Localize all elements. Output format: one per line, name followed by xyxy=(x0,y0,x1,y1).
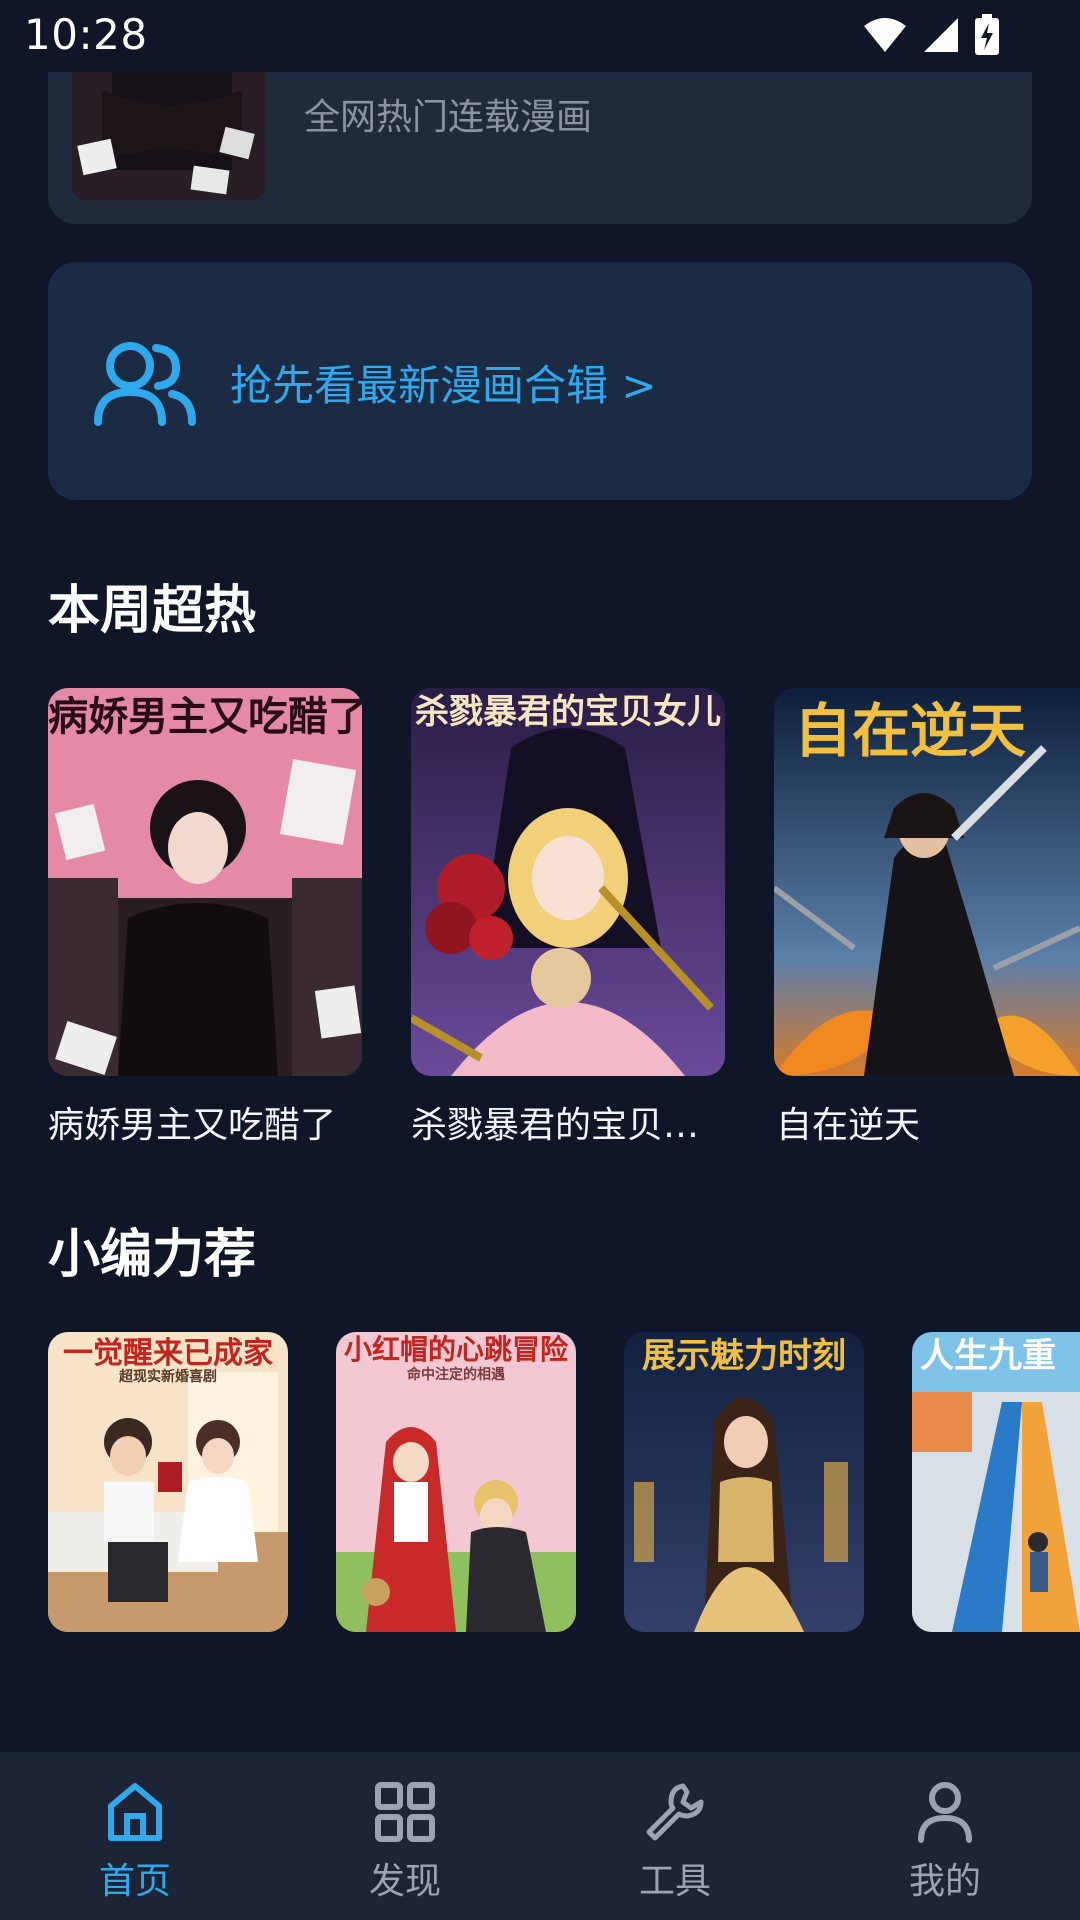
cover-subtitle-art: 命中注定的相遇 xyxy=(407,1367,505,1383)
section-title-weekly-hot: 本周超热 xyxy=(48,581,257,641)
users-icon xyxy=(94,342,196,426)
nav-tools[interactable]: 工具 xyxy=(540,1752,810,1920)
bottom-nav: 首页 发现 工具 我的 xyxy=(0,1752,1080,1920)
cover-title-art: 自在逆天 xyxy=(794,697,1027,765)
comic-cover[interactable]: 杀戮暴君的宝贝女儿 xyxy=(411,688,725,1076)
cover-subtitle-art: 超现实新婚喜剧 xyxy=(119,1369,217,1385)
wrench-icon xyxy=(646,1783,704,1841)
comic-cover[interactable]: 一觉醒来已成家 超现实新婚喜剧 xyxy=(48,1332,288,1632)
nav-label-tools: 工具 xyxy=(638,1861,711,1902)
cover-title-art: 杀戮暴君的宝贝女儿 xyxy=(415,692,721,732)
comic-caption[interactable]: 自在逆天 xyxy=(776,1096,1076,1148)
comic-cover[interactable]: 小红帽的心跳冒险 命中注定的相遇 xyxy=(336,1332,576,1632)
comic-cover[interactable]: 人生九重 xyxy=(912,1332,1080,1632)
nav-label-home: 首页 xyxy=(98,1861,171,1902)
nav-label-discover: 发现 xyxy=(368,1861,441,1902)
user-icon xyxy=(918,1782,972,1843)
cover-title-art: 小红帽的心跳冒险 xyxy=(343,1333,568,1366)
battery-charging-icon xyxy=(975,14,999,55)
promo-banner[interactable]: 抢先看最新漫画合辑 > xyxy=(48,262,1032,500)
nav-discover[interactable]: 发现 xyxy=(270,1752,540,1920)
cover-title-art: 病娇男主又吃醋了 xyxy=(48,694,362,740)
nav-home[interactable]: 首页 xyxy=(0,1752,270,1920)
section-title-editor-picks: 小编力荐 xyxy=(48,1225,257,1285)
nav-profile[interactable]: 我的 xyxy=(810,1752,1080,1920)
nav-label-profile: 我的 xyxy=(908,1861,981,1902)
featured-card-subtitle: 全网热门连载漫画 xyxy=(304,97,593,138)
status-bar: 10:28 xyxy=(0,0,1080,72)
comic-caption[interactable]: 病娇男主又吃醋了 xyxy=(48,1096,362,1148)
cell-signal-icon xyxy=(924,18,958,52)
promo-label: 抢先看最新漫画合辑 > xyxy=(230,361,657,410)
app-root: 全网热门连载漫画 10:28 抢先看最新漫画合辑 > 本周超热 病娇男主又吃醋了… xyxy=(0,0,1080,1920)
comic-cover[interactable]: 展示魅力时刻 xyxy=(624,1332,864,1632)
comic-cover[interactable]: 病娇男主又吃醋了 xyxy=(48,688,362,1076)
cover-title-art: 展示魅力时刻 xyxy=(642,1336,846,1376)
status-time: 10:28 xyxy=(24,10,148,59)
cover-title-art: 人生九重 xyxy=(920,1336,1056,1376)
comic-caption[interactable]: 杀戮暴君的宝贝… xyxy=(411,1096,725,1148)
home-icon xyxy=(108,1783,162,1841)
grid-icon xyxy=(375,1782,435,1842)
comic-cover[interactable]: 自在逆天 xyxy=(774,688,1080,1076)
wifi-icon xyxy=(864,18,906,52)
